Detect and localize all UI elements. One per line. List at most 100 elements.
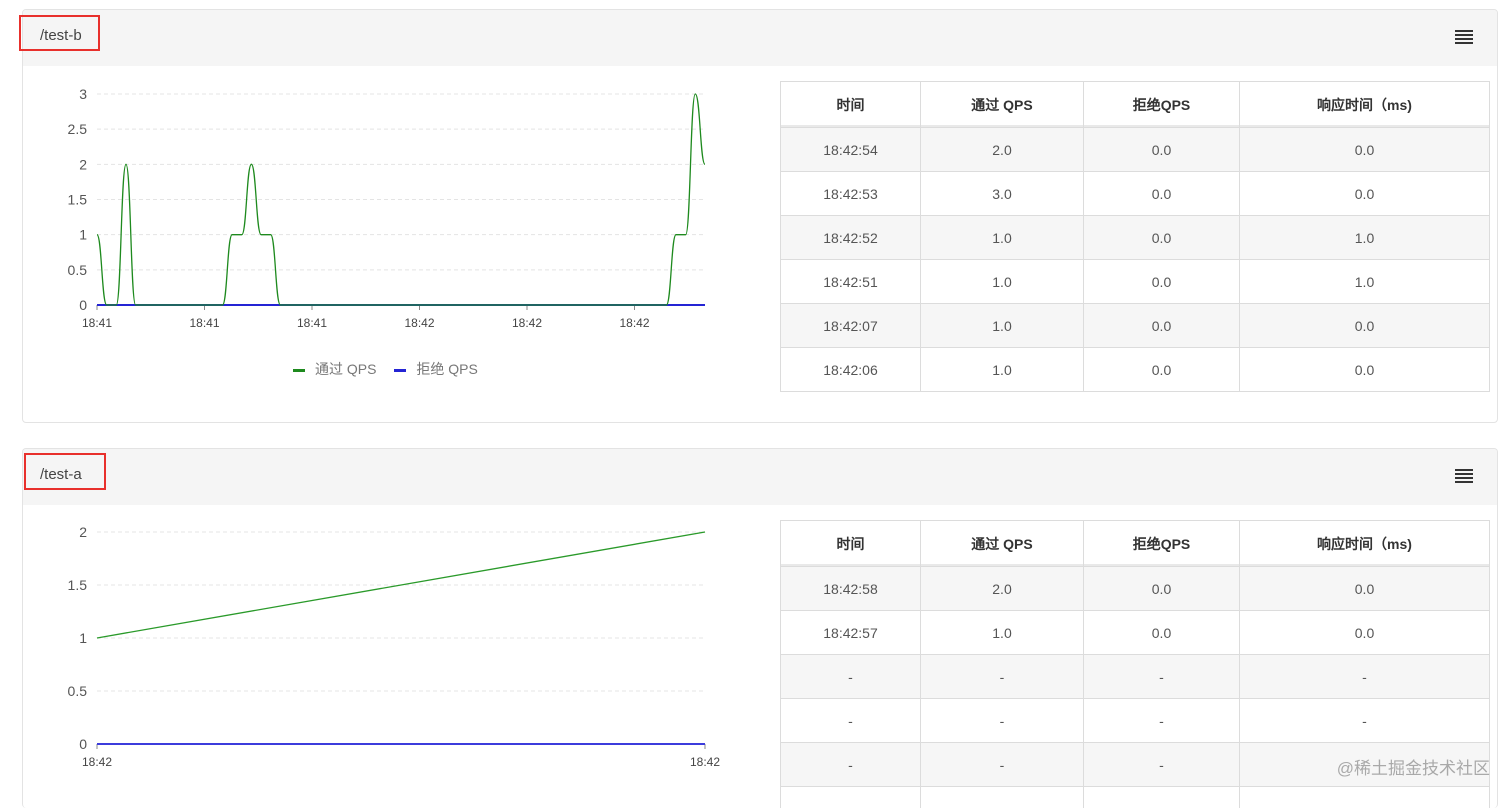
table-row: 18:42:54 2.0 0.0 0.0 (781, 128, 1490, 172)
cell-time: 18:42:07 (781, 304, 921, 348)
y-tick-label: 0.5 (68, 262, 88, 278)
table-row: 18:42:51 1.0 0.0 1.0 (781, 260, 1490, 304)
y-tick-label: 0.5 (68, 683, 88, 699)
metrics-table: 时间 通过 QPS 拒绝QPS 响应时间（ms) 18:42:54 2.0 0.… (780, 81, 1490, 392)
y-tick-label: 2.5 (68, 121, 88, 137)
cell-time: 18:42:51 (781, 260, 921, 304)
cell-pass (921, 787, 1084, 808)
cell-block (1084, 787, 1240, 808)
y-tick-label: 0 (79, 736, 87, 752)
legend-label-pass: 通过 QPS (315, 361, 376, 377)
legend-item-pass[interactable]: 通过 QPS (293, 361, 380, 377)
title-highlight-box (19, 15, 100, 51)
table-row: 18:42:52 1.0 0.0 1.0 (781, 216, 1490, 260)
table-row: 18:42:06 1.0 0.0 0.0 (781, 348, 1490, 392)
cell-time: 18:42:54 (781, 128, 921, 172)
cell-rt: 1.0 (1240, 216, 1490, 260)
x-tick-label: 18:41 (297, 316, 327, 330)
cell-block: 0.0 (1084, 304, 1240, 348)
cell-pass: 2.0 (921, 567, 1084, 611)
x-tick-label: 18:42 (512, 316, 542, 330)
cell-pass: 1.0 (921, 304, 1084, 348)
col-header-block-qps: 拒绝QPS (1084, 82, 1240, 128)
cell-time (781, 787, 921, 808)
cell-pass: 2.0 (921, 128, 1084, 172)
panel-test-a: /test-a 00.511.5218:4218:42 时间 通过 QPS 拒绝… (22, 448, 1498, 808)
cell-pass: 1.0 (921, 216, 1084, 260)
cell-rt (1240, 787, 1490, 808)
cell-time: - (781, 743, 921, 787)
x-tick-label: 18:42 (82, 755, 112, 769)
col-header-pass-qps: 通过 QPS (921, 521, 1084, 567)
table-row: 18:42:57 1.0 0.0 0.0 (781, 611, 1490, 655)
col-header-time: 时间 (781, 521, 921, 567)
y-tick-label: 1.5 (68, 192, 88, 208)
cell-time: - (781, 699, 921, 743)
watermark-text: @稀土掘金技术社区 (1337, 754, 1490, 779)
y-tick-label: 2 (79, 524, 87, 540)
title-highlight-box (24, 453, 106, 490)
cell-rt: 0.0 (1240, 172, 1490, 216)
cell-block: 0.0 (1084, 260, 1240, 304)
col-header-rt: 响应时间（ms) (1240, 521, 1490, 567)
cell-time: 18:42:06 (781, 348, 921, 392)
cell-block: - (1084, 743, 1240, 787)
cell-pass: - (921, 743, 1084, 787)
cell-rt: 1.0 (1240, 260, 1490, 304)
x-tick-label: 18:42 (619, 316, 649, 330)
cell-rt: - (1240, 699, 1490, 743)
y-tick-label: 3 (79, 86, 87, 102)
y-tick-label: 1 (79, 227, 87, 243)
cell-rt: 0.0 (1240, 304, 1490, 348)
table-row: 18:42:58 2.0 0.0 0.0 (781, 567, 1490, 611)
legend-label-block: 拒绝 QPS (416, 361, 477, 377)
cell-rt: 0.0 (1240, 567, 1490, 611)
table-row: - - - - (781, 655, 1490, 699)
col-header-time: 时间 (781, 82, 921, 128)
x-tick-label: 18:41 (189, 316, 219, 330)
cell-time: 18:42:52 (781, 216, 921, 260)
table-row: 18:42:53 3.0 0.0 0.0 (781, 172, 1490, 216)
col-header-pass-qps: 通过 QPS (921, 82, 1084, 128)
cell-rt: 0.0 (1240, 611, 1490, 655)
cell-pass: 1.0 (921, 260, 1084, 304)
x-tick-label: 18:42 (404, 316, 434, 330)
table-row: 18:42:07 1.0 0.0 0.0 (781, 304, 1490, 348)
y-tick-label: 2 (79, 156, 87, 172)
cell-block: 0.0 (1084, 611, 1240, 655)
cell-pass: 1.0 (921, 348, 1084, 392)
chart-legend: 通过 QPS 拒绝 QPS (293, 359, 478, 379)
cell-pass: - (921, 699, 1084, 743)
cell-time: - (781, 655, 921, 699)
hamburger-menu-icon[interactable] (1455, 469, 1473, 483)
panel-test-b: /test-b 00.511.522.5318:4118:4118:4118:4… (22, 9, 1498, 423)
cell-block: 0.0 (1084, 172, 1240, 216)
cell-rt: - (1240, 655, 1490, 699)
y-tick-label: 1.5 (68, 577, 88, 593)
cell-time: 18:42:53 (781, 172, 921, 216)
table-row: - - - - (781, 699, 1490, 743)
y-tick-label: 1 (79, 630, 87, 646)
col-header-rt: 响应时间（ms) (1240, 82, 1490, 128)
table-row (781, 787, 1490, 808)
x-tick-label: 18:41 (82, 316, 112, 330)
x-tick-label: 18:42 (690, 755, 720, 769)
cell-time: 18:42:57 (781, 611, 921, 655)
qps-line-chart: 0 0.5 1 1.5 2 18:42 18:42 (23, 449, 763, 808)
cell-block: - (1084, 699, 1240, 743)
y-tick-label: 0 (79, 297, 87, 313)
cell-block: 0.0 (1084, 216, 1240, 260)
cell-pass: 3.0 (921, 172, 1084, 216)
cell-rt: 0.0 (1240, 348, 1490, 392)
cell-block: - (1084, 655, 1240, 699)
cell-block: 0.0 (1084, 128, 1240, 172)
hamburger-menu-icon[interactable] (1455, 30, 1473, 44)
col-header-block-qps: 拒绝QPS (1084, 521, 1240, 567)
cell-block: 0.0 (1084, 567, 1240, 611)
cell-block: 0.0 (1084, 348, 1240, 392)
cell-pass: 1.0 (921, 611, 1084, 655)
legend-item-block[interactable]: 拒绝 QPS (394, 361, 477, 377)
cell-rt: 0.0 (1240, 128, 1490, 172)
cell-time: 18:42:58 (781, 567, 921, 611)
cell-pass: - (921, 655, 1084, 699)
